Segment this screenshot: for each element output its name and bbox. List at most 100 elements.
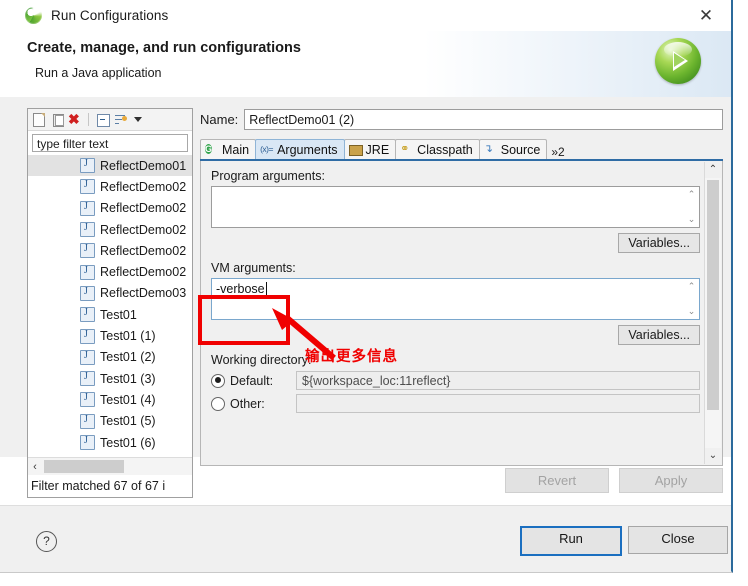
list-item[interactable]: ReflectDemo02 [28,261,192,282]
filter-input[interactable]: type filter text [32,134,188,152]
java-class-icon [80,392,95,408]
list-item[interactable]: ReflectDemo02 [28,176,192,197]
working-directory-default-input[interactable]: ${workspace_loc:11reflect} [296,371,700,390]
program-arguments-input[interactable]: ⌃ ⌄ [211,186,700,228]
java-class-icon [80,222,95,238]
vm-arguments-scrollbar[interactable]: ⌃ ⌄ [685,280,698,318]
delete-configuration-icon[interactable]: ✖ [67,112,82,127]
new-configuration-icon[interactable] [31,112,46,127]
list-item-label: ReflectDemo02 [100,179,187,194]
list-item-label: Test01 (1) [100,329,156,344]
java-class-icon [80,328,95,344]
list-item-label: Test01 (6) [100,435,156,450]
program-arguments-value [212,187,699,190]
tree-horizontal-scrollbar[interactable]: ‹ [28,457,192,475]
revert-apply-row: Revert Apply [200,468,723,493]
tab-arguments[interactable]: (x)= Arguments [255,139,345,159]
working-directory-other-input[interactable] [296,394,700,413]
working-directory-label: Working directory: [211,353,312,367]
list-item[interactable]: ReflectDemo03 [28,283,192,304]
scrollbar-thumb[interactable] [707,180,719,410]
revert-button[interactable]: Revert [505,468,609,493]
run-configurations-dialog: Run Configurations ✕ Create, manage, and… [0,0,733,573]
list-item-label: Test01 (3) [100,371,156,386]
run-button[interactable]: Run [520,526,622,556]
java-class-icon [80,243,95,259]
scroll-down-icon[interactable]: ⌄ [705,448,721,464]
name-input[interactable]: ReflectDemo01 (2) [244,108,723,130]
list-item[interactable]: Test01 (2) [28,347,192,368]
page-subtitle: Run a Java application [35,66,162,80]
vm-arguments-group: VM arguments: -verbose ⌃ ⌄ Variables... [211,261,700,345]
list-item-label: Test01 [100,307,137,322]
close-button[interactable]: Close [628,526,728,554]
java-class-icon [80,264,95,280]
vm-arguments-label: VM arguments: [211,261,296,275]
list-item-label: ReflectDemo02 [100,243,187,258]
list-item[interactable]: Test01 [28,304,192,325]
list-item-label: ReflectDemo01 [100,158,187,173]
radio-other[interactable] [211,396,225,411]
radio-default[interactable] [211,373,225,388]
tab-label: Source [500,142,541,157]
list-item[interactable]: ReflectDemo02 [28,198,192,219]
scroll-down-icon[interactable]: ⌄ [688,214,696,225]
filter-icon[interactable] [113,112,128,127]
scroll-up-icon[interactable]: ⌃ [688,281,696,292]
scroll-down-icon[interactable]: ⌄ [688,306,696,317]
list-item-label: ReflectDemo02 [100,265,187,280]
tab-overflow-button[interactable]: »2 [548,145,567,159]
java-class-icon [80,285,95,301]
scroll-left-icon[interactable]: ‹ [28,461,42,473]
arguments-tab-content: Program arguments: ⌃ ⌄ Variables... VM a… [200,161,723,466]
scroll-up-icon[interactable]: ⌃ [688,189,696,200]
working-directory-group: Working directory: Default: ${workspace_… [211,353,700,413]
list-item[interactable]: Test01 (5) [28,411,192,432]
apply-button[interactable]: Apply [619,468,723,493]
vm-variables-button[interactable]: Variables... [618,325,700,345]
view-menu-chevron-icon[interactable] [131,112,146,127]
duplicate-configuration-icon[interactable] [49,112,64,127]
tab-classpath[interactable]: ⚭ Classpath [395,139,480,159]
close-icon[interactable]: ✕ [693,4,719,28]
dialog-header: Create, manage, and run configurations R… [0,31,731,97]
classpath-tab-icon: ⚭ [400,143,410,155]
vm-arguments-input[interactable]: -verbose ⌃ ⌄ [211,278,700,320]
list-item[interactable]: ReflectDemo02 [28,240,192,261]
toolbar-divider [88,113,89,126]
tab-label: JRE [365,142,390,157]
list-item[interactable]: Test01 (6) [28,432,192,451]
screen-root: Run Configurations ✕ Create, manage, and… [0,0,748,586]
arguments-tab-icon: (x)= [260,144,273,154]
collapse-all-icon[interactable] [95,112,110,127]
page-title: Create, manage, and run configurations [27,40,301,56]
window-title: Run Configurations [51,8,169,23]
title-bar: Run Configurations ✕ [0,0,731,31]
list-item[interactable]: Test01 (3) [28,368,192,389]
list-item[interactable]: Test01 (1) [28,325,192,346]
tab-content-scrollbar[interactable]: ⌃ ⌄ [704,162,721,464]
tab-jre[interactable]: JRE [343,139,397,159]
radio-default-label: Default: [230,373,274,388]
program-arguments-label: Program arguments: [211,169,325,183]
eclipse-swirl-icon [25,7,42,24]
program-arguments-scrollbar[interactable]: ⌃ ⌄ [685,188,698,226]
jre-tab-icon [348,143,363,156]
working-directory-default-row: Default: ${workspace_loc:11reflect} [211,371,700,390]
java-class-icon [80,179,95,195]
program-variables-button[interactable]: Variables... [618,233,700,253]
configurations-list: ReflectDemo01 ReflectDemo02 ReflectDemo0… [28,154,192,451]
scroll-up-icon[interactable]: ⌃ [705,162,721,178]
help-icon[interactable]: ? [36,531,57,552]
filter-status-text: Filter matched 67 of 67 i [28,476,192,497]
java-class-icon [80,158,95,174]
list-item-label: Test01 (4) [100,392,156,407]
tab-main[interactable]: G Main [200,139,257,159]
scrollbar-thumb[interactable] [44,460,124,473]
list-item[interactable]: ReflectDemo02 [28,219,192,240]
program-variables-row: Variables... [211,233,700,253]
tab-source[interactable]: ↴ Source [478,139,548,159]
list-item[interactable]: ReflectDemo01 [28,155,192,177]
source-tab-icon: ↴ [483,143,493,155]
list-item[interactable]: Test01 (4) [28,389,192,410]
